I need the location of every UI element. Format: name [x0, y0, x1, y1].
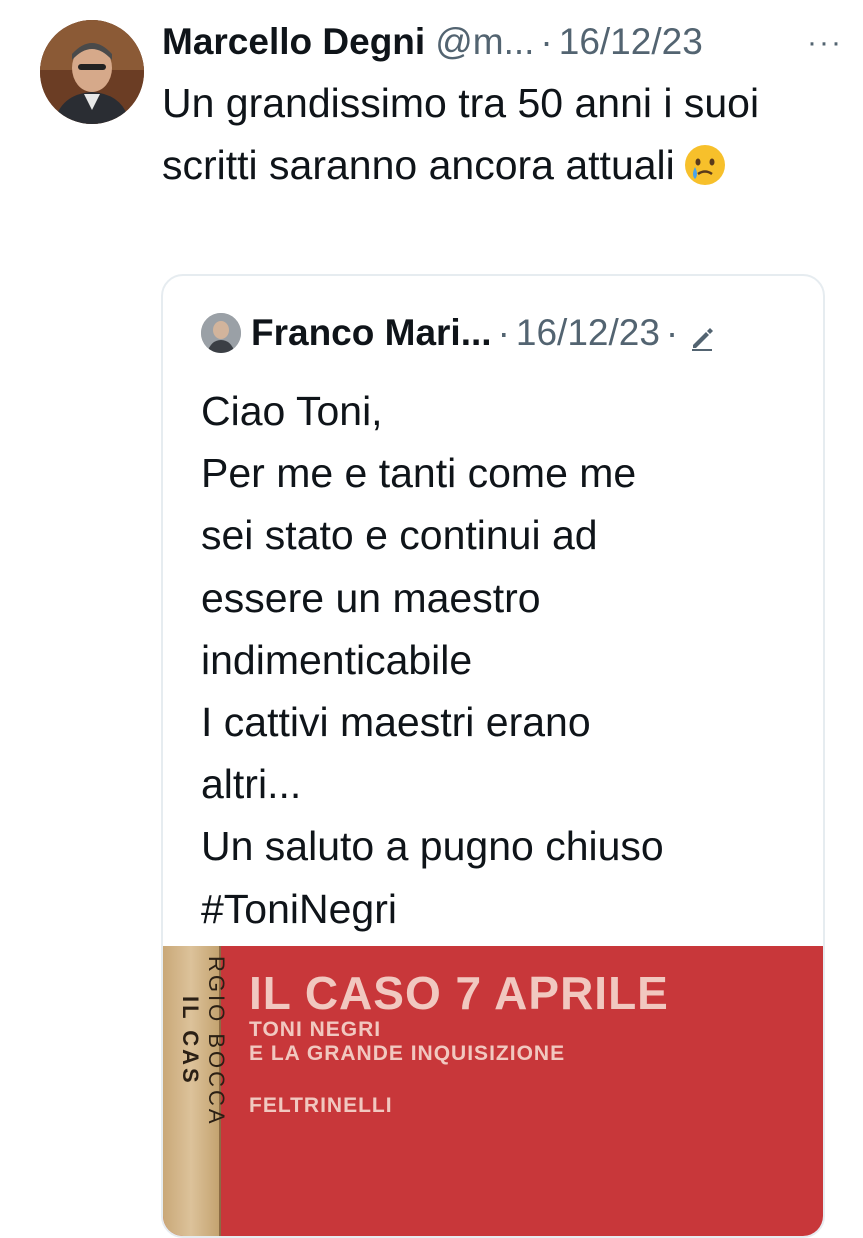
quoted-author-name: Franco Mari... [251, 312, 492, 353]
quoted-separator-dot-2: · [665, 312, 679, 353]
quoted-tweet[interactable]: Franco Mari... · 16/12/23 · Ciao Toni, P… [161, 274, 825, 1238]
crying-face-emoji-icon [683, 142, 727, 186]
author-name[interactable]: Marcello Degni [162, 21, 425, 63]
book-subtitle-line1: TONI NEGRI [249, 1018, 382, 1041]
quoted-separator-dot: · [497, 312, 510, 353]
spine-author: RGIO BOCCA [204, 956, 229, 1127]
spine-title: IL CAS [178, 996, 203, 1086]
tweet-header: Marcello Degni @m... · 16/12/23 [162, 14, 843, 70]
quoted-tweet-text: Ciao Toni, Per me e tanti come me sei st… [201, 388, 664, 932]
quoted-author-avatar [201, 313, 241, 353]
separator-dot: · [540, 21, 553, 62]
tweet-body: Un grandissimo tra 50 anni i suoi scritt… [162, 80, 760, 188]
tweet-date[interactable]: 16/12/23 [559, 21, 703, 63]
author-avatar[interactable] [40, 20, 144, 124]
book-publisher: FELTRINELLI [249, 1094, 393, 1117]
book-cover-image[interactable]: RGIO BOCCAIL CAS IL CASO 7 APRILE TONI N… [163, 946, 823, 1236]
book-subtitle-line2: E LA GRANDE INQUISIZIONE [249, 1042, 566, 1065]
book-title: IL CASO 7 APRILE [249, 967, 669, 1019]
edit-pencil-icon [688, 319, 716, 351]
avatar-photo-icon [40, 20, 144, 124]
tweet-text: Un grandissimo tra 50 anni i suoi scritt… [162, 72, 822, 196]
quoted-tweet-header: Franco Mari... · 16/12/23 · [201, 312, 716, 354]
quoted-tweet-date: 16/12/23 [515, 312, 660, 353]
author-handle[interactable]: @m... [435, 21, 534, 63]
quoted-avatar-photo-icon [201, 313, 241, 353]
more-icon[interactable]: ··· [807, 26, 843, 60]
book-spine: RGIO BOCCAIL CAS [163, 946, 229, 1236]
book-spine-text: RGIO BOCCAIL CAS [177, 956, 229, 1236]
